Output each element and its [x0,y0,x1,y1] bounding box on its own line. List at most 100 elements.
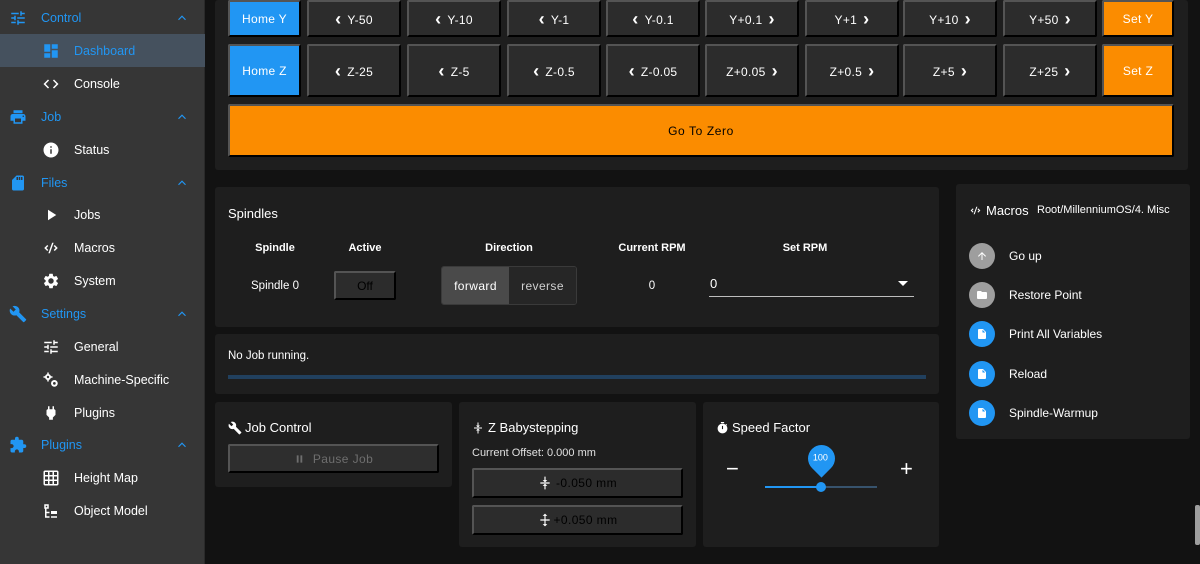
sidebar-item-label: System [74,273,116,288]
macro-item-reload[interactable]: Reload [969,361,1047,387]
sidebar-group-label: Job [41,109,62,124]
speed-slider-thumb[interactable] [816,482,826,492]
sidebar-item-jobs[interactable]: Jobs [0,198,205,231]
sidebar-group-control[interactable]: Control [0,1,205,34]
sidebar-item-label: Dashboard [74,43,136,58]
tune-icon [44,340,58,354]
grid-icon [43,470,59,486]
page-scrollbar[interactable] [1195,505,1200,545]
set-z-button[interactable]: Set Z [1102,44,1174,97]
jog-label: Y+0.1 [729,8,775,29]
puzzle-icon [10,436,27,453]
direction-forward-button[interactable]: forward [442,267,509,304]
go-to-zero-button[interactable]: Go To Zero [228,104,1174,157]
babystep-icon [474,422,482,434]
dashboard-icon [44,44,58,58]
jog-label: Z-25 [335,60,373,81]
speed-slider-fill [765,486,821,488]
sidebar-group-settings[interactable]: Settings [0,297,205,330]
sidebar-item-plugins-settings[interactable]: Plugins [0,396,205,429]
sidebar-item-dashboard[interactable]: Dashboard [0,34,205,67]
babystep-plus-button[interactable]: +0.050 mm [472,505,683,535]
macro-item-print-all-variables[interactable]: Print All Variables [969,321,1102,347]
jog-y-minus-10-button[interactable]: Y-10 [407,0,501,37]
arrow-up-icon [969,243,995,269]
sidebar-item-system[interactable]: System [0,264,205,297]
jog-label: Y+50 [1029,8,1071,29]
sidebar-group-label: Settings [41,306,87,321]
jog-z-plus-0-5-button[interactable]: Z+0.5 [805,44,899,97]
jog-label: Y-10 [435,8,473,29]
direction-reverse-button[interactable]: reverse [509,267,576,304]
jog-y-minus-1-button[interactable]: Y-1 [507,0,601,37]
babystep-plus-label: +0.050 mm [553,513,618,527]
sidebar-item-general[interactable]: General [0,330,205,363]
sidebar-group-label: Files [41,175,68,190]
sidebar-group-label: Plugins [41,437,82,452]
stopwatch-icon [717,422,728,434]
col-spindle: Spindle [255,242,295,254]
jog-y-minus-50-button[interactable]: Y-50 [307,0,401,37]
speed-decrease-button[interactable]: − [726,456,739,482]
macro-item-go-up[interactable]: Go up [969,243,1042,269]
jog-z-minus-0-5-button[interactable]: Z-0.5 [507,44,601,97]
sidebar-group-plugins[interactable]: Plugins [0,428,205,461]
sidebar-item-console[interactable]: Console [0,67,205,100]
set-rpm-select[interactable]: 0 [709,272,914,297]
set-rpm-value: 0 [710,276,718,291]
spindle-active-toggle[interactable]: Off [334,271,396,300]
spindles-panel [215,187,939,327]
jog-y-minus-0-1-button[interactable]: Y-0.1 [606,0,700,37]
home-z-button[interactable]: Home Z [228,44,301,97]
jog-z-minus-5-button[interactable]: Z-5 [407,44,501,97]
sidebar-item-label: Status [74,142,110,157]
jog-label: Y+1 [835,8,870,29]
jog-label: Z+25 [1029,60,1070,81]
col-direction: Direction [485,242,533,254]
sidebar-item-object-model[interactable]: Object Model [0,494,205,527]
current-rpm-value: 0 [648,280,656,292]
jog-label: Z+0.05 [726,60,778,81]
job-status-text: No Job running. [228,350,310,362]
sliders-icon [11,11,25,25]
set-y-button[interactable]: Set Y [1102,0,1174,37]
macros-breadcrumb[interactable]: Root/MillenniumOS/4. Misc [1037,204,1170,216]
jog-z-minus-0-05-button[interactable]: Z-0.05 [606,44,700,97]
sidebar-item-label: Plugins [74,405,115,420]
macro-icon [44,242,58,254]
macro-label: Spindle-Warmup [1009,406,1098,420]
macro-item-spindle-warmup[interactable]: Spindle-Warmup [969,400,1098,426]
pause-job-button[interactable]: Pause Job [228,444,439,473]
babystep-minus-button[interactable]: -0.050 mm [472,468,683,498]
cogs-icon [43,372,58,387]
sidebar-group-files[interactable]: Files [0,166,205,199]
jog-z-plus-25-button[interactable]: Z+25 [1003,44,1097,97]
chevron-up-icon [178,442,186,448]
sidebar-item-status[interactable]: Status [0,133,205,166]
sidebar-item-macros[interactable]: Macros [0,231,205,264]
col-current-rpm: Current RPM [618,242,686,254]
home-y-button[interactable]: Home Y [228,0,301,37]
jog-y-plus-0-1-button[interactable]: Y+0.1 [705,0,799,37]
sidebar-group-job[interactable]: Job [0,100,205,133]
jog-y-plus-50-button[interactable]: Y+50 [1003,0,1097,37]
babystep-minus-label: -0.050 mm [556,476,617,490]
jog-z-plus-0-05-button[interactable]: Z+0.05 [705,44,799,97]
chevron-up-icon [178,311,186,317]
jog-y-plus-10-button[interactable]: Y+10 [903,0,997,37]
sidebar-item-machine-specific[interactable]: Machine-Specific [0,363,205,396]
jog-label: Z+5 [933,60,967,81]
babystep-offset: Current Offset: 0.000 mm [472,447,596,459]
jog-label: Z-0.05 [629,60,678,81]
macro-icon [970,206,981,215]
macro-item-restore-point[interactable]: Restore Point [969,282,1082,308]
sidebar-group-label: Control [41,10,82,25]
file-icon [969,400,995,426]
jog-y-plus-1-button[interactable]: Y+1 [805,0,899,37]
sidebar-item-label: Console [74,76,120,91]
spindles-title: Spindles [228,206,278,221]
jog-z-minus-25-button[interactable]: Z-25 [307,44,401,97]
sidebar-item-height-map[interactable]: Height Map [0,461,205,494]
jog-z-plus-5-button[interactable]: Z+5 [903,44,997,97]
speed-increase-button[interactable]: + [900,456,913,482]
